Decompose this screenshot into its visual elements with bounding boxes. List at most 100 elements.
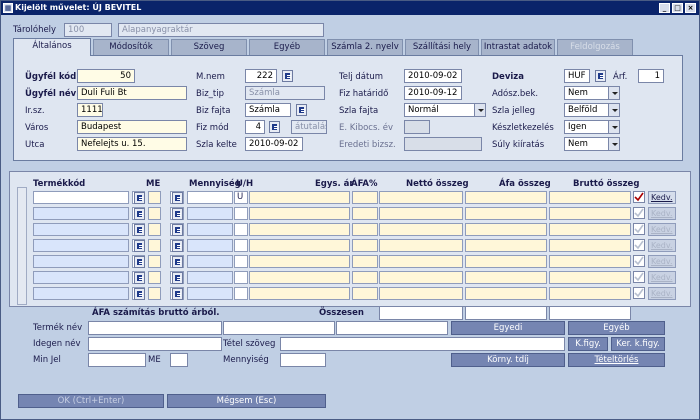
grid-cell[interactable] (148, 239, 161, 252)
grid-cell[interactable] (170, 191, 184, 204)
grid-cell[interactable] (352, 191, 378, 204)
grid-cell[interactable] (465, 191, 547, 204)
teteltorles-button[interactable]: Tételtörlés (568, 353, 665, 367)
kedv-button[interactable]: Kedv. (648, 191, 676, 204)
me-field[interactable] (170, 353, 188, 367)
grid-cell[interactable] (465, 223, 547, 236)
grid-cell[interactable] (148, 223, 161, 236)
kornytdij-button[interactable]: Körny. tdíj (451, 353, 565, 367)
lookup-icon[interactable] (172, 272, 183, 284)
grid-cell[interactable] (234, 271, 248, 284)
lookup-icon[interactable] (134, 224, 145, 236)
street-field[interactable]: Nefelejts u. 15. (77, 137, 187, 151)
grid-cell[interactable] (352, 271, 378, 284)
kedv-button[interactable]: Kedv. (648, 239, 676, 252)
lookup-icon[interactable] (172, 208, 183, 220)
lookup-icon[interactable] (134, 192, 145, 204)
grid-cell[interactable] (148, 207, 161, 220)
tab-altalanos[interactable]: Általános (13, 38, 91, 56)
lookup-icon[interactable] (172, 240, 183, 252)
grid-cell[interactable] (132, 207, 145, 220)
row-check[interactable] (633, 207, 645, 219)
grid-cell[interactable] (352, 207, 378, 220)
lookup-icon[interactable] (282, 70, 293, 82)
grid-cell[interactable] (234, 207, 248, 220)
row-check[interactable] (633, 287, 645, 299)
ok-button[interactable]: OK (Ctrl+Enter) (18, 394, 164, 408)
row-check[interactable] (633, 239, 645, 251)
egyeb-button[interactable]: Egyéb (568, 321, 665, 335)
grid-cell[interactable] (379, 223, 463, 236)
grid-cell[interactable] (187, 271, 233, 284)
grid-cell[interactable] (549, 191, 631, 204)
grid-cell[interactable] (132, 271, 145, 284)
grid-cell[interactable] (352, 239, 378, 252)
lookup-icon[interactable] (172, 224, 183, 236)
lookup-icon[interactable] (172, 288, 183, 300)
tab-szallitasi[interactable]: Szállítási hely (405, 39, 479, 55)
grid-cell[interactable] (379, 287, 463, 300)
idegennev-field[interactable] (88, 337, 222, 351)
grid-cell[interactable] (352, 223, 378, 236)
grid-cell[interactable] (234, 223, 248, 236)
bizfajta-field[interactable]: Számla (245, 103, 291, 117)
customer-code-field[interactable]: 50 (77, 69, 135, 83)
kedv-button[interactable]: Kedv. (648, 207, 676, 220)
tab-szamla2[interactable]: Számla 2. nyelv (327, 39, 403, 55)
suly-select[interactable]: Nem (564, 137, 620, 151)
grid-cell[interactable] (549, 239, 631, 252)
deviza-field[interactable]: HUF (564, 69, 590, 83)
grid-cell[interactable]: U (234, 191, 248, 204)
tab-modositok[interactable]: Módosítók (93, 39, 169, 55)
grid-cell[interactable] (170, 255, 184, 268)
zip-field[interactable]: 1111 (77, 103, 103, 117)
grid-cell[interactable] (549, 271, 631, 284)
keszlet-select[interactable]: Igen (564, 120, 620, 134)
adosz-select[interactable]: Nem (564, 86, 620, 100)
chevron-down-icon[interactable] (608, 104, 619, 116)
grid-cell[interactable] (352, 287, 378, 300)
szlajelleg-select[interactable]: Belföld (564, 103, 620, 117)
grid-cell[interactable] (170, 271, 184, 284)
minjel-field[interactable] (88, 353, 146, 367)
grid-cell[interactable] (33, 223, 129, 236)
grid-cell[interactable] (249, 191, 350, 204)
lookup-icon[interactable] (134, 240, 145, 252)
minimize-icon[interactable]: _ (659, 3, 670, 13)
grid-scrollbar[interactable] (17, 187, 27, 305)
grid-cell[interactable] (249, 207, 350, 220)
chevron-down-icon[interactable] (474, 104, 485, 116)
teljdatum-field[interactable]: 2010-09-02 (404, 69, 462, 83)
grid-cell[interactable] (187, 191, 233, 204)
row-check[interactable] (633, 223, 645, 235)
mennyiseg-field[interactable] (280, 353, 326, 367)
grid-cell[interactable] (170, 287, 184, 300)
kedv-button[interactable]: Kedv. (648, 223, 676, 236)
grid-cell[interactable] (379, 239, 463, 252)
grid-cell[interactable] (33, 287, 129, 300)
grid-cell[interactable] (234, 255, 248, 268)
fizmod-field[interactable]: 4 (245, 120, 265, 134)
chevron-down-icon[interactable] (608, 87, 619, 99)
grid-cell[interactable] (33, 191, 129, 204)
grid-cell[interactable] (148, 191, 161, 204)
arf-field[interactable]: 1 (638, 69, 664, 83)
kedv-button[interactable]: Kedv. (648, 255, 676, 268)
lookup-icon[interactable] (134, 288, 145, 300)
grid-cell[interactable] (187, 255, 233, 268)
grid-cell[interactable] (249, 255, 350, 268)
grid-cell[interactable] (249, 271, 350, 284)
grid-cell[interactable] (148, 255, 161, 268)
grid-cell[interactable] (549, 207, 631, 220)
grid-cell[interactable] (549, 223, 631, 236)
grid-cell[interactable] (33, 207, 129, 220)
grid-cell[interactable] (352, 255, 378, 268)
grid-cell[interactable] (170, 207, 184, 220)
grid-cell[interactable] (549, 255, 631, 268)
kedv-button[interactable]: Kedv. (648, 271, 676, 284)
cancel-button[interactable]: Mégsem (Esc) (167, 394, 326, 408)
grid-cell[interactable] (249, 223, 350, 236)
grid-cell[interactable] (170, 223, 184, 236)
tab-intrastat[interactable]: Intrastat adatok (481, 39, 555, 55)
grid-cell[interactable] (549, 287, 631, 300)
